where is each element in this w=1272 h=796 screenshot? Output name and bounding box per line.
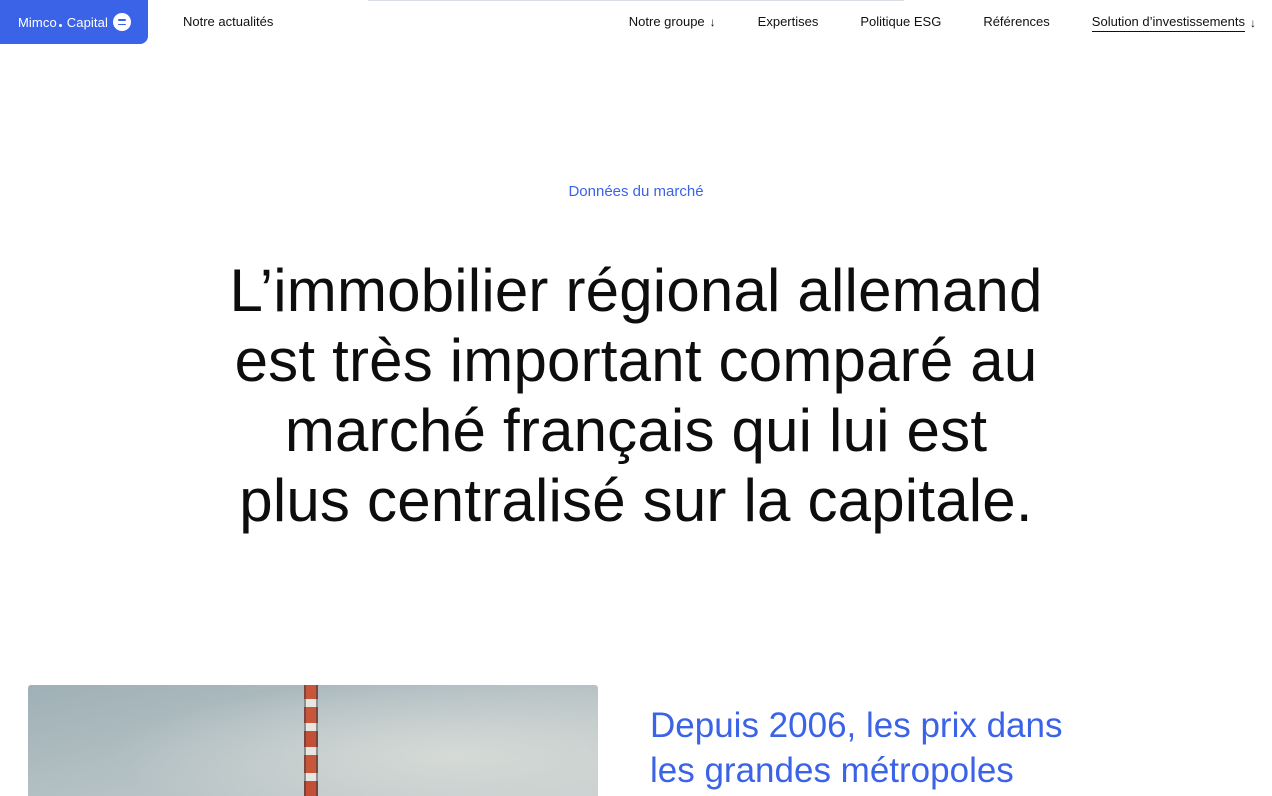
antenna-tower bbox=[304, 685, 318, 796]
hero-headline: L’immobilier régional allemand est très … bbox=[136, 256, 1136, 536]
nav-item-label: Notre groupe bbox=[628, 14, 705, 29]
nav-item-label: Expertises bbox=[757, 14, 819, 29]
nav-item-expertises[interactable]: Expertises bbox=[758, 14, 819, 30]
nav-item-label: Références bbox=[983, 14, 1050, 29]
logo-dot bbox=[58, 23, 62, 27]
headline-line: plus centralisé sur la capitale. bbox=[239, 467, 1033, 534]
subhead-line: les grandes métropoles bbox=[650, 751, 1014, 790]
logo-suffix: Capital bbox=[66, 14, 108, 30]
nav-item-label: Solution d’investissements bbox=[1091, 14, 1245, 32]
tower-photo bbox=[28, 685, 598, 796]
site-header: Mimco Capital Notre actualités Notre grou… bbox=[0, 0, 1272, 44]
nav-link-actualites[interactable]: Notre actualités bbox=[183, 14, 273, 29]
nav-item-solution-investissements[interactable]: Solution d’investissements ↓ bbox=[1091, 14, 1256, 32]
nav-item-politique-esg[interactable]: Politique ESG bbox=[860, 14, 941, 30]
arrow-down-icon: ↓ bbox=[1250, 16, 1256, 30]
arrow-down-icon: ↓ bbox=[709, 15, 716, 29]
nav-item-label: Politique ESG bbox=[860, 14, 942, 29]
menu-icon[interactable] bbox=[113, 13, 131, 31]
headline-line: marché français qui lui est bbox=[284, 397, 988, 464]
section-subhead: Depuis 2006, les prix dans les grandes m… bbox=[650, 703, 1210, 793]
main-nav: Notre groupe ↓ Expertises Politique ESG … bbox=[629, 14, 1256, 32]
logo-menu-button[interactable]: Mimco Capital bbox=[0, 0, 148, 44]
headline-line: est très important comparé au bbox=[234, 327, 1038, 394]
headline-line: L’immobilier régional allemand bbox=[229, 257, 1043, 324]
page: Mimco Capital Notre actualités Notre grou… bbox=[0, 0, 1272, 796]
logo-brand: Mimco bbox=[18, 14, 57, 30]
nav-item-references[interactable]: Références bbox=[983, 14, 1049, 30]
section-eyebrow: Données du marché bbox=[568, 183, 704, 200]
nav-item-notre-groupe[interactable]: Notre groupe ↓ bbox=[629, 14, 716, 30]
subhead-line: Depuis 2006, les prix dans bbox=[650, 706, 1063, 745]
